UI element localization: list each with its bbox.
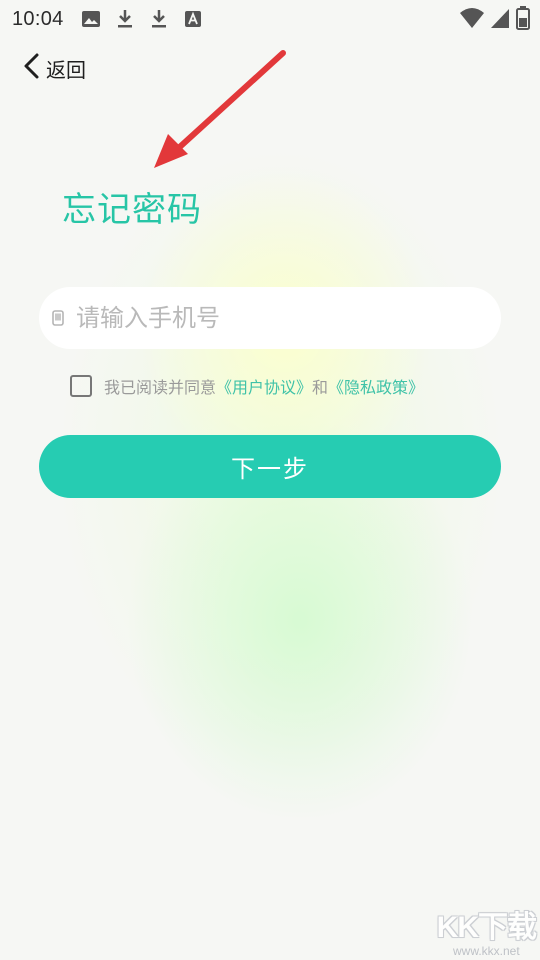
status-icons-left [80, 8, 204, 30]
agreement-row: 我已阅读并同意《用户协议》和《隐私政策》 [70, 374, 424, 398]
page-title: 忘记密码 [62, 190, 202, 230]
status-bar: 10:04 [0, 0, 540, 38]
back-label: 返回 [46, 57, 86, 82]
signal-icon [490, 7, 510, 34]
agreement-prefix: 我已阅读并同意 [104, 378, 217, 397]
back-button[interactable]: 返回 [22, 52, 86, 84]
agreement-checkbox[interactable] [70, 375, 92, 397]
chevron-left-icon [22, 52, 40, 84]
annotation-arrow-icon [150, 50, 290, 179]
watermark-logo: KK下载 [436, 911, 537, 944]
image-icon [80, 8, 102, 30]
user-agreement-link[interactable]: 《用户协议》 [216, 378, 312, 397]
next-button[interactable]: 下一步 [39, 435, 501, 498]
battery-icon [516, 6, 530, 35]
status-time: 10:04 [12, 7, 64, 30]
font-icon [182, 8, 204, 30]
phone-icon [52, 309, 66, 327]
status-icons-right [460, 6, 530, 35]
watermark: KK下载 www.kkx.net [436, 902, 537, 958]
agreement-text: 我已阅读并同意《用户协议》和《隐私政策》 [104, 374, 424, 398]
privacy-policy-link[interactable]: 《隐私政策》 [328, 378, 424, 397]
download-icon [114, 8, 136, 30]
wifi-icon [460, 7, 484, 34]
phone-input-container[interactable] [39, 287, 501, 349]
phone-input[interactable] [74, 303, 458, 333]
watermark-url: www.kkx.net [452, 944, 520, 958]
download-icon [148, 8, 170, 30]
agreement-conjunction: 和 [312, 378, 329, 397]
